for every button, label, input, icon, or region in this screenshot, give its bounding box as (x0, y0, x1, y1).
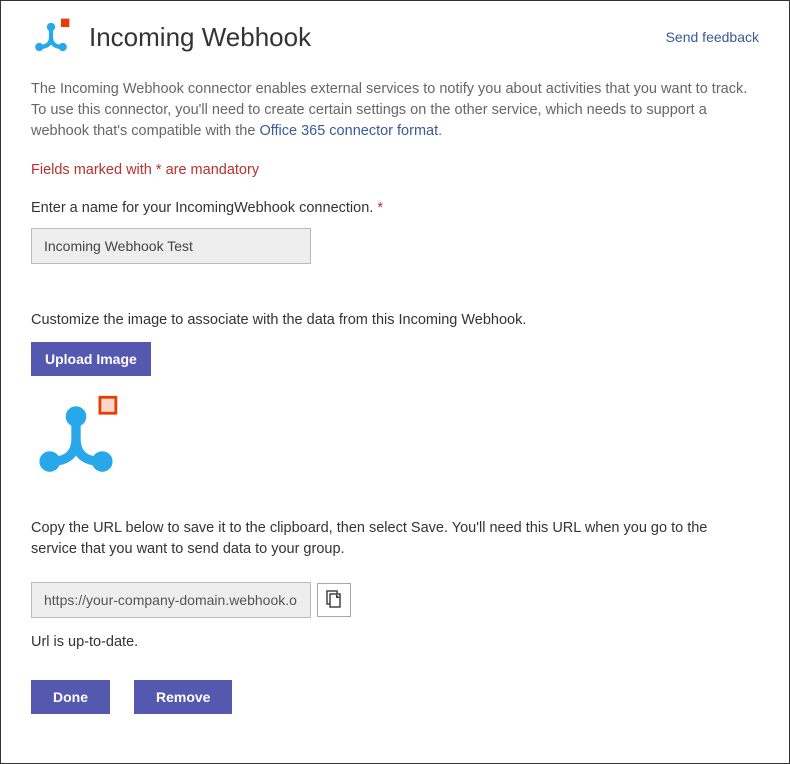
send-feedback-link[interactable]: Send feedback (666, 29, 759, 45)
copy-icon (326, 590, 342, 611)
header-left: Incoming Webhook (31, 17, 311, 57)
url-status-text: Url is up-to-date. (31, 634, 759, 650)
name-field-label: Enter a name for your IncomingWebhook co… (31, 200, 759, 216)
connector-description: The Incoming Webhook connector enables e… (31, 79, 751, 142)
required-asterisk: * (377, 200, 383, 216)
header-row: Incoming Webhook Send feedback (31, 17, 759, 57)
upload-image-button[interactable]: Upload Image (31, 342, 151, 376)
incoming-webhook-icon (31, 17, 71, 57)
copy-url-button[interactable] (317, 583, 351, 617)
description-text-after: . (438, 123, 442, 139)
image-customize-label: Customize the image to associate with th… (31, 312, 759, 328)
url-instruction-text: Copy the URL below to save it to the cli… (31, 518, 751, 560)
done-button[interactable]: Done (31, 680, 110, 714)
remove-button[interactable]: Remove (134, 680, 232, 714)
name-label-text: Enter a name for your IncomingWebhook co… (31, 200, 377, 216)
office-365-format-link[interactable]: Office 365 connector format (259, 123, 438, 139)
mandatory-fields-note: Fields marked with * are mandatory (31, 162, 759, 178)
url-row (31, 582, 759, 618)
connection-name-input[interactable] (31, 228, 311, 264)
page-title: Incoming Webhook (89, 22, 311, 53)
webhook-image-preview (31, 394, 121, 484)
footer-buttons: Done Remove (31, 680, 759, 714)
webhook-url-input[interactable] (31, 582, 311, 618)
